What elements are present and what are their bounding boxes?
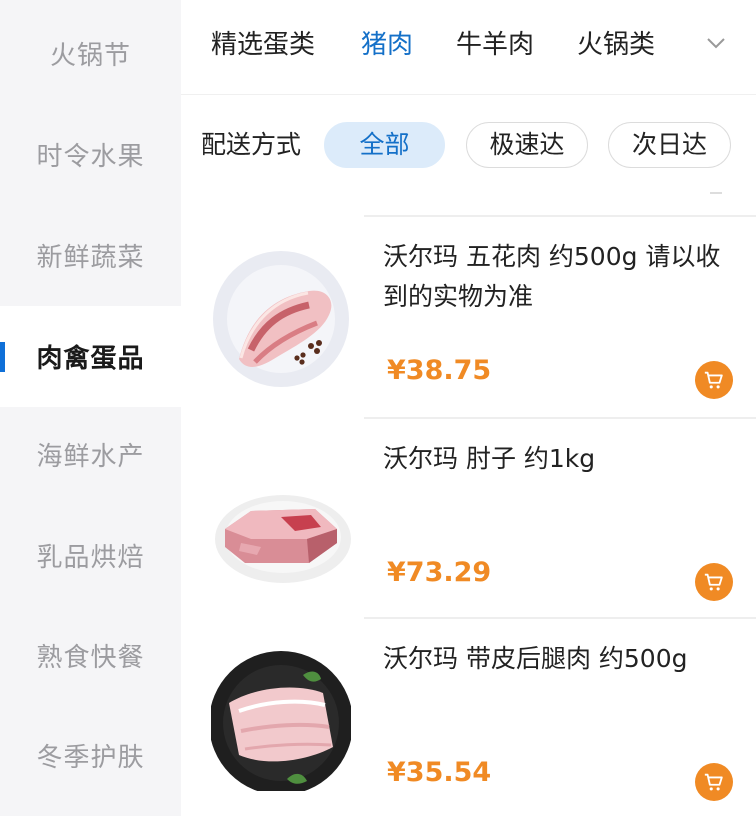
product-card[interactable]: 沃尔玛 五花肉 约500g 请以收到的实物为准 ¥38.75: [181, 217, 756, 417]
cart-icon: [704, 573, 723, 591]
product-list: 沃尔玛 五花肉 约500g 请以收到的实物为准 ¥38.75 沃尔玛 肘子 约1…: [181, 195, 756, 816]
tab-beef-lamb[interactable]: 牛羊肉: [456, 25, 534, 65]
active-marker: [0, 342, 5, 372]
cart-icon: [704, 371, 723, 389]
category-sidebar: 火锅节 时令水果 新鲜蔬菜 肉禽蛋品 海鲜水产 乳品烘焙 熟食快餐 冬季护肤: [0, 0, 181, 816]
product-image[interactable]: [211, 451, 351, 591]
sidebar-item-label: 乳品烘焙: [36, 543, 145, 573]
sidebar-item-deli-fastfood[interactable]: 熟食快餐: [0, 605, 181, 706]
add-to-cart-button[interactable]: [695, 361, 733, 399]
sidebar-item-fresh-vegetables[interactable]: 新鲜蔬菜: [0, 205, 181, 306]
filter-chip-next-day[interactable]: 次日达: [608, 122, 731, 168]
product-price: ¥38.75: [387, 355, 492, 386]
tab-hotpot[interactable]: 火锅类: [577, 25, 655, 65]
product-card[interactable]: 沃尔玛 带皮后腿肉 约500g ¥35.54: [181, 619, 756, 816]
filter-chip-all[interactable]: 全部: [324, 122, 445, 168]
sidebar-item-label: 时令水果: [36, 142, 145, 172]
tab-pork[interactable]: 猪肉: [361, 25, 413, 65]
sidebar-item-label: 火锅节: [49, 41, 131, 71]
product-name[interactable]: 沃尔玛 肘子 约1kg: [383, 439, 743, 479]
sidebar-item-hotpot-festival[interactable]: 火锅节: [0, 3, 181, 104]
sidebar-item-seafood[interactable]: 海鲜水产: [0, 404, 181, 505]
subcategory-tabs: 精选蛋类 猪肉 牛羊肉 火锅类: [181, 0, 756, 95]
product-image[interactable]: [211, 651, 351, 791]
product-price: ¥35.54: [387, 757, 492, 788]
product-name[interactable]: 沃尔玛 带皮后腿肉 约500g: [383, 639, 743, 679]
sidebar-item-seasonal-fruit[interactable]: 时令水果: [0, 104, 181, 205]
sidebar-item-label: 新鲜蔬菜: [36, 243, 145, 273]
sidebar-item-label: 冬季护肤: [36, 743, 145, 773]
sidebar-item-meat-poultry-eggs[interactable]: 肉禽蛋品: [0, 306, 181, 407]
sidebar-item-label: 海鲜水产: [36, 442, 145, 472]
add-to-cart-button[interactable]: [695, 563, 733, 601]
sidebar-item-dairy-bakery[interactable]: 乳品烘焙: [0, 505, 181, 606]
chevron-down-icon[interactable]: [703, 30, 729, 56]
scroll-hint: [710, 192, 722, 194]
tab-selected-eggs[interactable]: 精选蛋类: [211, 25, 315, 65]
add-to-cart-button[interactable]: [695, 763, 733, 801]
filter-label: 配送方式: [201, 130, 302, 159]
cart-icon: [704, 773, 723, 791]
product-price: ¥73.29: [387, 557, 492, 588]
product-card[interactable]: 沃尔玛 肘子 约1kg ¥73.29: [181, 419, 756, 619]
filter-chip-express[interactable]: 极速达: [466, 122, 588, 168]
sidebar-item-label: 肉禽蛋品: [36, 344, 145, 374]
sidebar-item-label: 熟食快餐: [36, 643, 145, 673]
delivery-filter: 配送方式 全部 极速达 次日达: [181, 95, 756, 195]
product-name[interactable]: 沃尔玛 五花肉 约500g 请以收到的实物为准: [383, 237, 743, 317]
sidebar-item-winter-skincare[interactable]: 冬季护肤: [0, 705, 181, 806]
product-image[interactable]: [211, 249, 351, 389]
